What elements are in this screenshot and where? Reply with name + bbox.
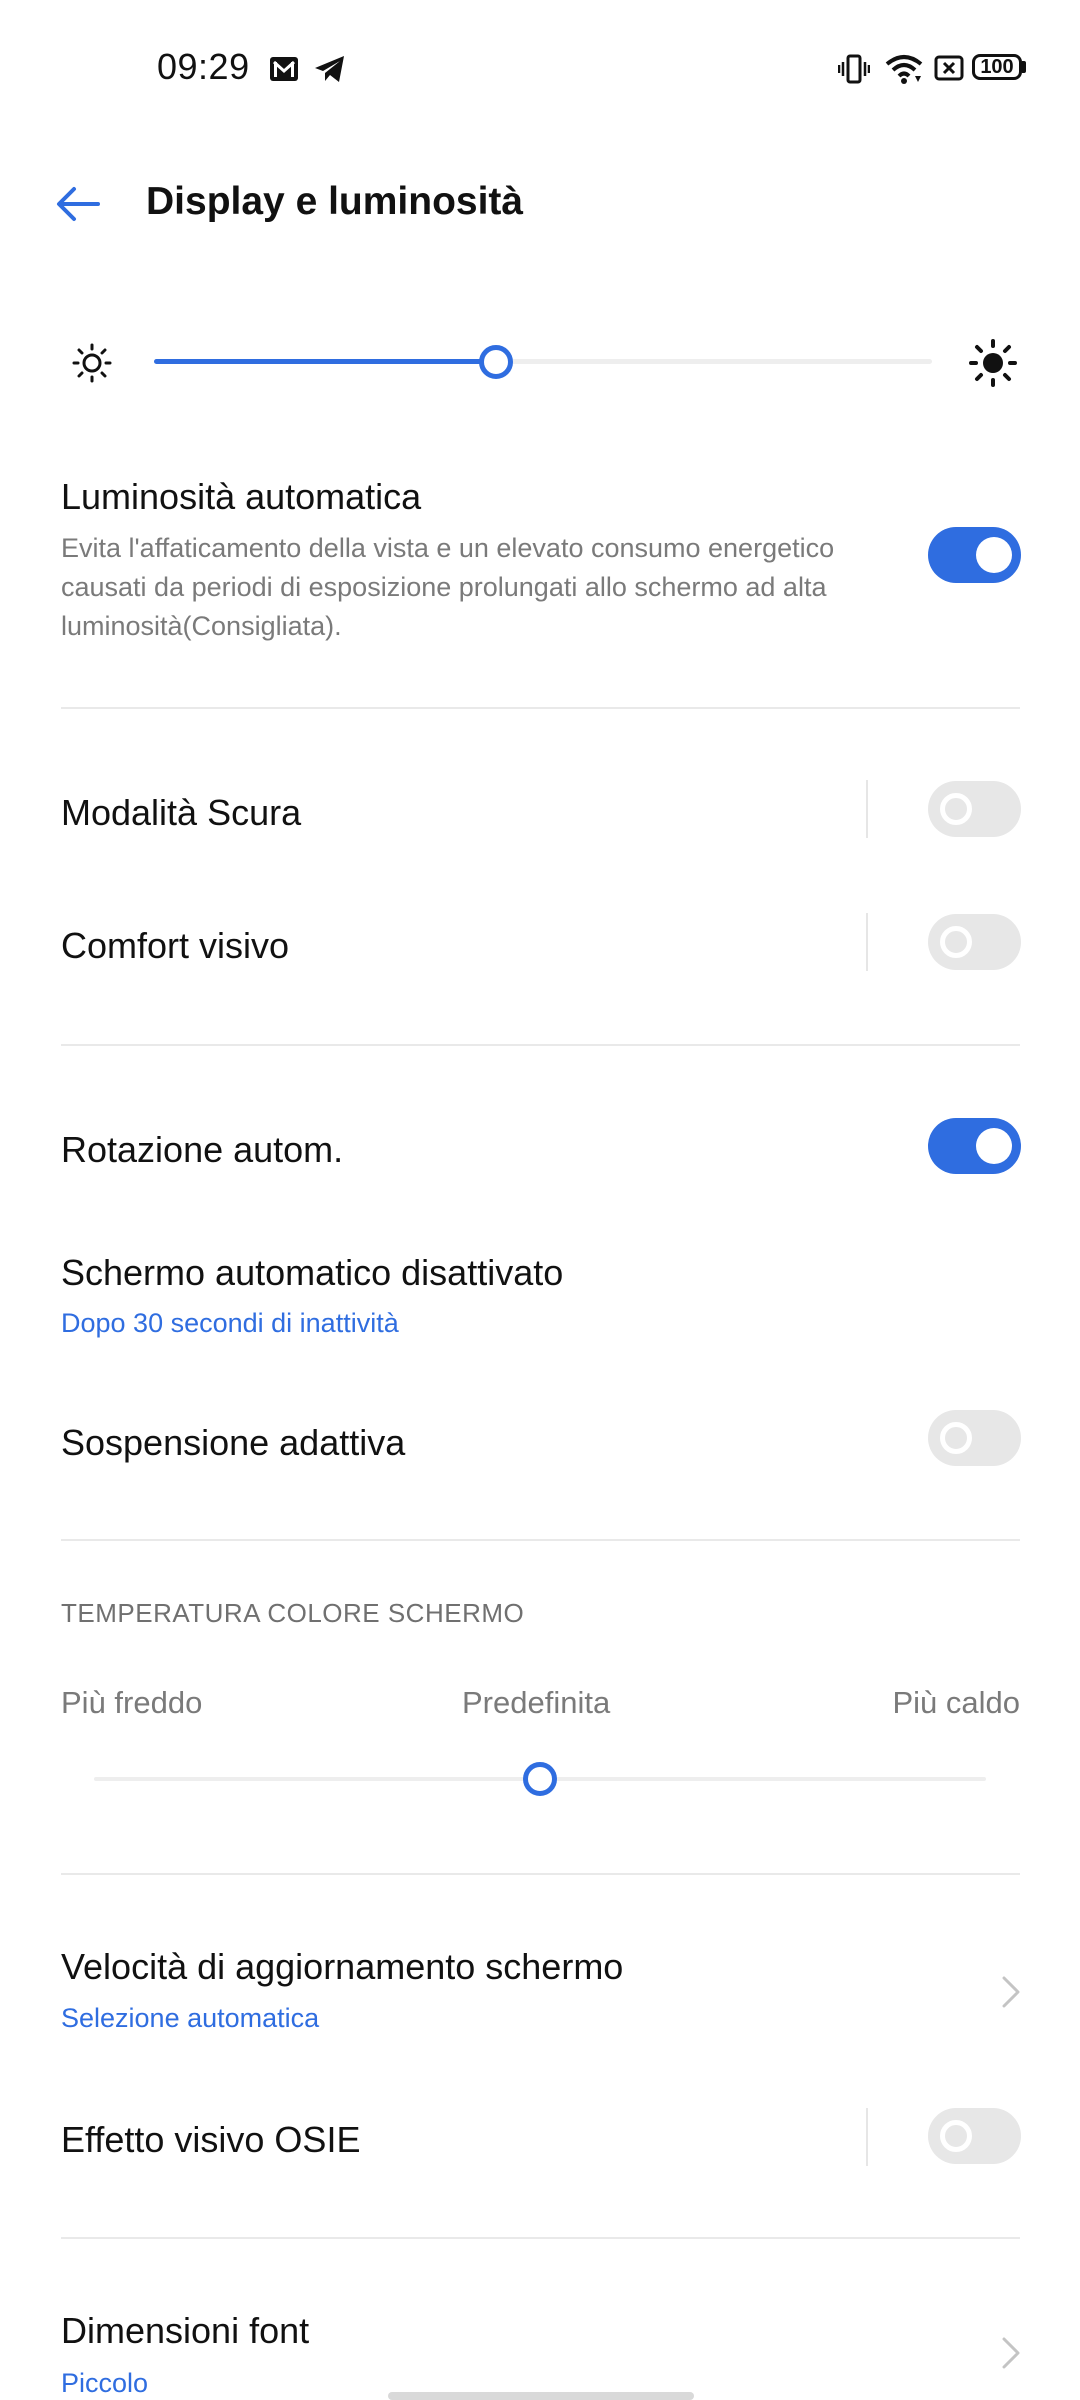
divider: [61, 2237, 1020, 2239]
brightness-slider[interactable]: [154, 340, 932, 384]
eye-comfort-title[interactable]: Comfort visivo: [61, 925, 289, 967]
gmail-icon: [270, 57, 298, 81]
temperature-thumb[interactable]: [523, 1762, 557, 1796]
battery-level: 100: [980, 56, 1014, 78]
vibrate-icon: [838, 54, 870, 84]
telegram-icon: [315, 56, 344, 82]
divider: [61, 1044, 1020, 1046]
toggle-knob: [940, 793, 972, 825]
status-time: 09:29: [157, 46, 250, 87]
back-arrow-icon[interactable]: [52, 178, 104, 230]
auto-rotate-title: Rotazione autom.: [61, 1129, 344, 1170]
adaptive-sleep-toggle[interactable]: [928, 1410, 1021, 1466]
screen-timeout-value: Dopo 30 secondi di inattività: [61, 1308, 399, 1338]
battery-icon: 100: [972, 54, 1022, 80]
refresh-rate-value: Selezione automatica: [61, 2003, 320, 2033]
toggle-knob: [976, 1128, 1012, 1164]
toggle-knob: [976, 537, 1012, 573]
refresh-rate-title: Velocità di aggiornamento schermo: [61, 1946, 624, 1987]
auto-brightness-description: Evita l'affaticamento della vista e un e…: [61, 533, 835, 641]
sim-icon: [934, 55, 964, 81]
wifi-icon: [885, 55, 923, 84]
temperature-default-label: Predefinita: [462, 1685, 611, 1720]
chevron-right-icon: [1002, 2337, 1020, 2369]
font-size-title: Dimensioni font: [61, 2310, 310, 2351]
refresh-rate-item[interactable]: Velocità di aggiornamento schermo Selezi…: [0, 1940, 1080, 2060]
vertical-separator: [866, 2108, 868, 2166]
divider: [61, 707, 1020, 709]
screen-timeout-item[interactable]: Schermo automatico disattivato Dopo 30 s…: [0, 1230, 1080, 1350]
battery-tip: [1022, 61, 1026, 73]
brightness-slider-row: [0, 320, 1080, 400]
chevron-right-icon: [1002, 1976, 1020, 2008]
auto-brightness-toggle[interactable]: [928, 527, 1021, 583]
osie-toggle[interactable]: [928, 2108, 1021, 2164]
dark-mode-title[interactable]: Modalità Scura: [61, 792, 301, 834]
auto-rotate-toggle[interactable]: [928, 1118, 1021, 1174]
toggle-knob: [940, 2120, 972, 2152]
auto-brightness-title: Luminosità automatica: [61, 476, 422, 517]
divider: [61, 1539, 1020, 1541]
toggle-knob: [940, 1422, 972, 1454]
dark-mode-toggle[interactable]: [928, 781, 1021, 837]
status-bar: 09:29 100: [0, 0, 1080, 140]
color-temperature-slider[interactable]: [94, 1757, 986, 1801]
temperature-warm-label: Più caldo: [892, 1685, 1020, 1720]
vertical-separator: [866, 913, 868, 971]
temperature-cold-label: Più freddo: [61, 1685, 203, 1720]
screen-timeout-title: Schermo automatico disattivato: [61, 1252, 564, 1293]
brightness-thumb[interactable]: [479, 345, 514, 379]
adaptive-sleep-title: Sospensione adattiva: [61, 1422, 406, 1463]
home-indicator[interactable]: [388, 2392, 694, 2400]
sun-high-icon: [969, 339, 1017, 387]
font-size-item[interactable]: Dimensioni font Piccolo: [0, 2300, 1080, 2400]
osie-title[interactable]: Effetto visivo OSIE: [61, 2119, 360, 2161]
toggle-knob: [940, 926, 972, 958]
vertical-separator: [866, 780, 868, 838]
sun-low-icon: [72, 343, 112, 383]
eye-comfort-toggle[interactable]: [928, 914, 1021, 970]
page-title: Display e luminosità: [146, 180, 524, 223]
divider: [61, 1873, 1020, 1875]
font-size-value: Piccolo: [61, 2368, 149, 2398]
brightness-fill: [154, 359, 497, 364]
color-temperature-header: TEMPERATURA COLORE SCHERMO: [61, 1598, 525, 1628]
